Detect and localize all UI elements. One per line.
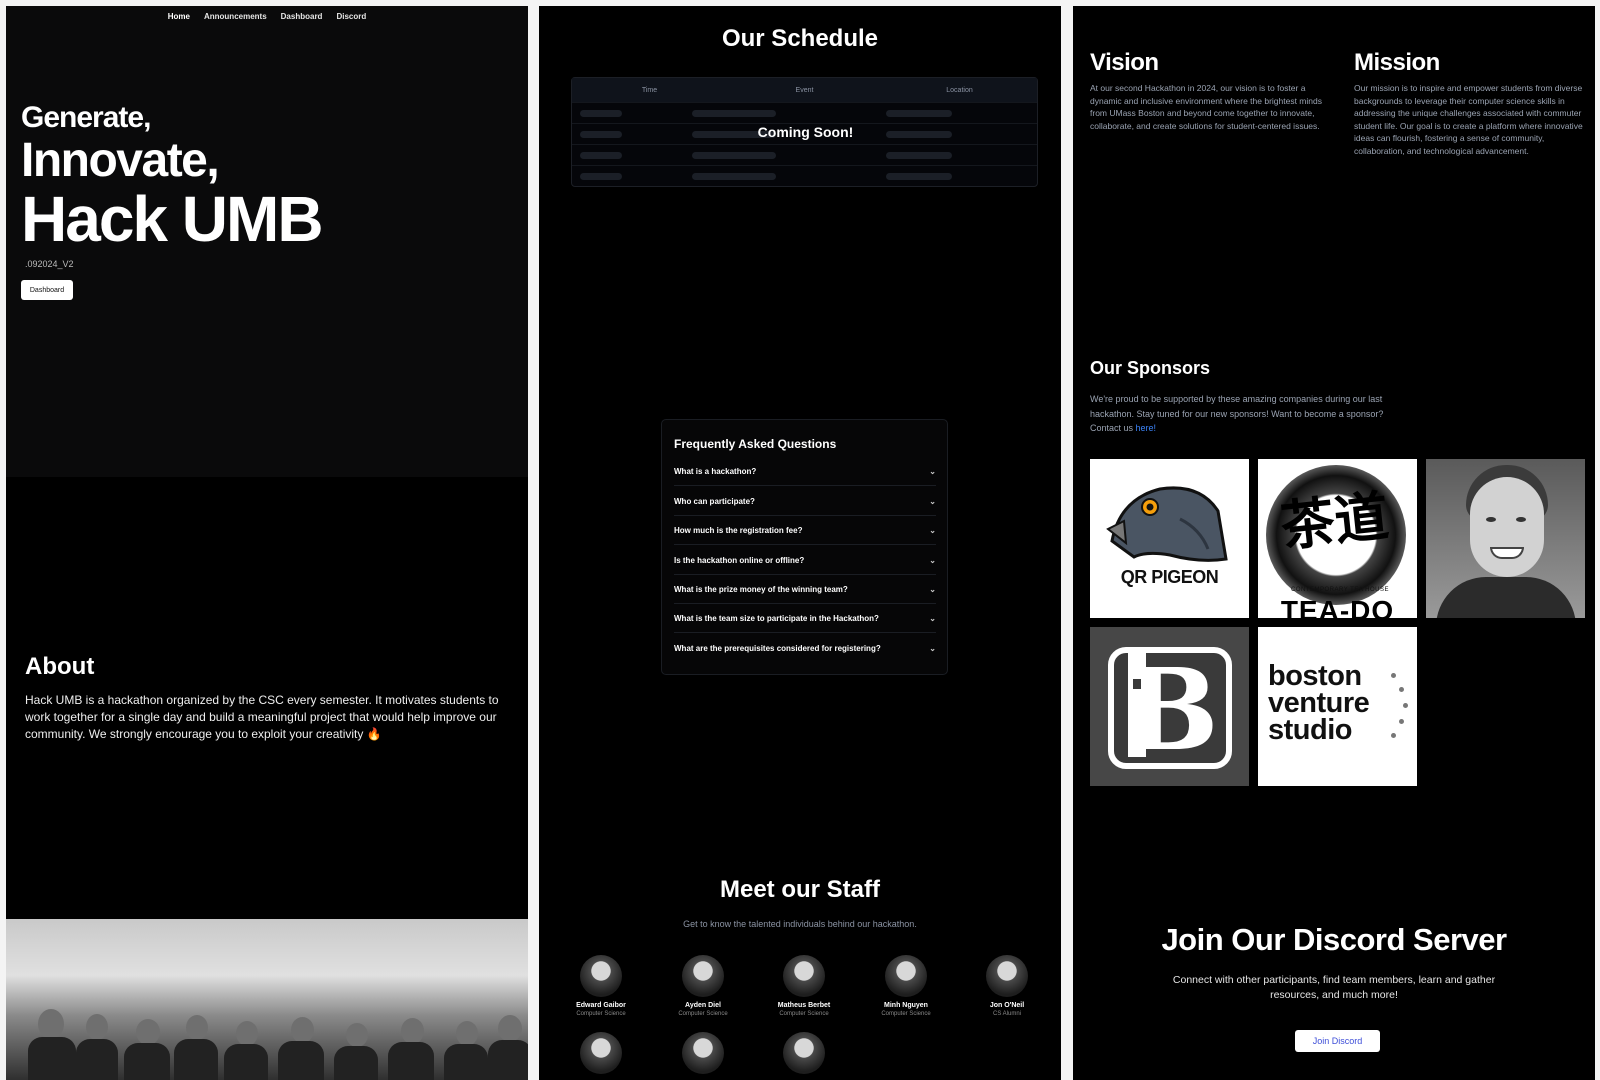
nav-announcements[interactable]: Announcements bbox=[204, 12, 267, 21]
schedule-header-row: Time Event Location bbox=[572, 78, 1037, 102]
chevron-down-icon: ⌄ bbox=[929, 613, 936, 623]
faq-item[interactable]: Who can participate? ⌄ bbox=[674, 487, 936, 516]
about-sponsors-panel: Vision At our second Hackathon in 2024, … bbox=[1073, 6, 1595, 1080]
faq-card: Frequently Asked Questions What is a hac… bbox=[661, 419, 948, 675]
table-row bbox=[572, 165, 1037, 186]
faq-heading: Frequently Asked Questions bbox=[674, 437, 837, 451]
about-text: Hack UMB is a hackathon organized by the… bbox=[25, 693, 499, 741]
chevron-down-icon: ⌄ bbox=[929, 644, 936, 653]
schedule-table: Time Event Location Coming Soon! bbox=[571, 77, 1038, 187]
table-row bbox=[572, 102, 1037, 123]
qr-pigeon-wordmark: QR PIGEON bbox=[1120, 567, 1219, 587]
staff-heading: Meet our Staff bbox=[719, 876, 880, 903]
group-photo bbox=[6, 919, 528, 1080]
chevron-down-icon: ⌄ bbox=[929, 584, 936, 594]
hero-line-hack-umb: Hack UMB bbox=[21, 183, 324, 255]
avatar bbox=[580, 1032, 622, 1074]
hero-line-generate: Generate, bbox=[21, 101, 151, 134]
column-header-time: Time bbox=[641, 86, 658, 94]
faq-item[interactable]: How much is the registration fee? ⌄ bbox=[674, 516, 936, 545]
nav-dashboard[interactable]: Dashboard bbox=[281, 12, 323, 21]
staff-card: Ayden Diel Computer Science bbox=[663, 955, 743, 1017]
avatar bbox=[682, 1032, 724, 1074]
chevron-down-icon: ⌄ bbox=[929, 525, 936, 535]
bvs-wordmark: boston venture studio bbox=[1268, 660, 1370, 746]
sponsor-logo-qr-pigeon[interactable]: QR PIGEON bbox=[1090, 459, 1249, 618]
tea-do-wordmark: TEA-DO bbox=[1280, 595, 1395, 618]
staff-card: Matheus Berbet Computer Science bbox=[764, 955, 844, 1017]
join-discord-button[interactable]: Join Discord bbox=[1295, 1030, 1380, 1052]
avatar bbox=[885, 955, 927, 997]
avatar bbox=[783, 1032, 825, 1074]
discord-heading: Join Our Discord Server bbox=[1161, 922, 1507, 957]
faq-item[interactable]: What is the prize money of the winning t… bbox=[674, 575, 936, 604]
sponsor-logo-tea-do[interactable]: 茶道 CONTEMPORARY TEA HOUSE TEA-DO bbox=[1258, 459, 1417, 618]
chevron-down-icon: ⌄ bbox=[929, 555, 936, 565]
sponsor-logo-b-lighthouse[interactable]: B bbox=[1090, 627, 1249, 786]
staff-card: Jon O'Neil CS Alumni bbox=[967, 955, 1047, 1017]
top-nav: Home Announcements Dashboard Discord bbox=[6, 12, 528, 21]
avatar bbox=[783, 955, 825, 997]
about-heading: About bbox=[25, 653, 95, 680]
nav-discord[interactable]: Discord bbox=[336, 12, 366, 21]
discord-text: Connect with other participants, find te… bbox=[1172, 974, 1496, 1001]
vision-text: At our second Hackathon in 2024, our vis… bbox=[1090, 83, 1322, 131]
schedule-heading: Our Schedule bbox=[721, 25, 879, 52]
sponsor-portrait[interactable] bbox=[1426, 459, 1585, 618]
schedule-panel: Our Schedule Time Event Location Coming … bbox=[539, 6, 1061, 1080]
hero-line-innovate: Innovate, bbox=[21, 134, 220, 187]
avatar bbox=[682, 955, 724, 997]
dashboard-button[interactable]: Dashboard bbox=[21, 280, 73, 300]
vision-heading: Vision bbox=[1090, 49, 1159, 76]
faq-item[interactable]: What is the team size to participate in … bbox=[674, 604, 936, 633]
chevron-down-icon: ⌄ bbox=[929, 466, 936, 476]
staff-card bbox=[561, 1032, 641, 1074]
sponsors-heading: Our Sponsors bbox=[1090, 358, 1211, 378]
avatar bbox=[580, 955, 622, 997]
staff-card: Minh Nguyen Computer Science bbox=[866, 955, 946, 1017]
version-label: .092024_V2 bbox=[25, 259, 74, 269]
faq-item[interactable]: What are the prerequisites considered fo… bbox=[674, 634, 936, 663]
sponsors-text: We're proud to be supported by these ama… bbox=[1090, 394, 1384, 433]
table-row bbox=[572, 144, 1037, 165]
faq-item[interactable]: Is the hackathon online or offline? ⌄ bbox=[674, 546, 936, 575]
chevron-down-icon: ⌄ bbox=[929, 496, 936, 506]
faq-item[interactable]: What is a hackathon? ⌄ bbox=[674, 457, 936, 486]
mission-heading: Mission bbox=[1354, 49, 1440, 76]
staff-subtitle: Get to know the talented individuals beh… bbox=[683, 919, 917, 929]
coming-soon-label: Coming Soon! bbox=[757, 124, 854, 140]
staff-card: Edward Gaibor Computer Science bbox=[561, 955, 641, 1017]
column-header-event: Event bbox=[795, 86, 814, 94]
avatar bbox=[986, 955, 1028, 997]
staff-card bbox=[663, 1032, 743, 1074]
mission-text: Our mission is to inspire and empower st… bbox=[1354, 83, 1583, 156]
home-panel: Home Announcements Dashboard Discord Gen… bbox=[6, 6, 528, 1080]
column-header-location: Location bbox=[946, 86, 973, 94]
staff-card bbox=[764, 1032, 844, 1074]
nav-home[interactable]: Home bbox=[168, 12, 190, 21]
contact-link[interactable]: here! bbox=[1136, 423, 1157, 433]
sponsor-logo-boston-venture-studio[interactable]: boston venture studio bbox=[1258, 627, 1417, 786]
pigeon-icon bbox=[1106, 486, 1228, 562]
tea-do-tagline: CONTEMPORARY TEA HOUSE bbox=[1290, 587, 1390, 593]
